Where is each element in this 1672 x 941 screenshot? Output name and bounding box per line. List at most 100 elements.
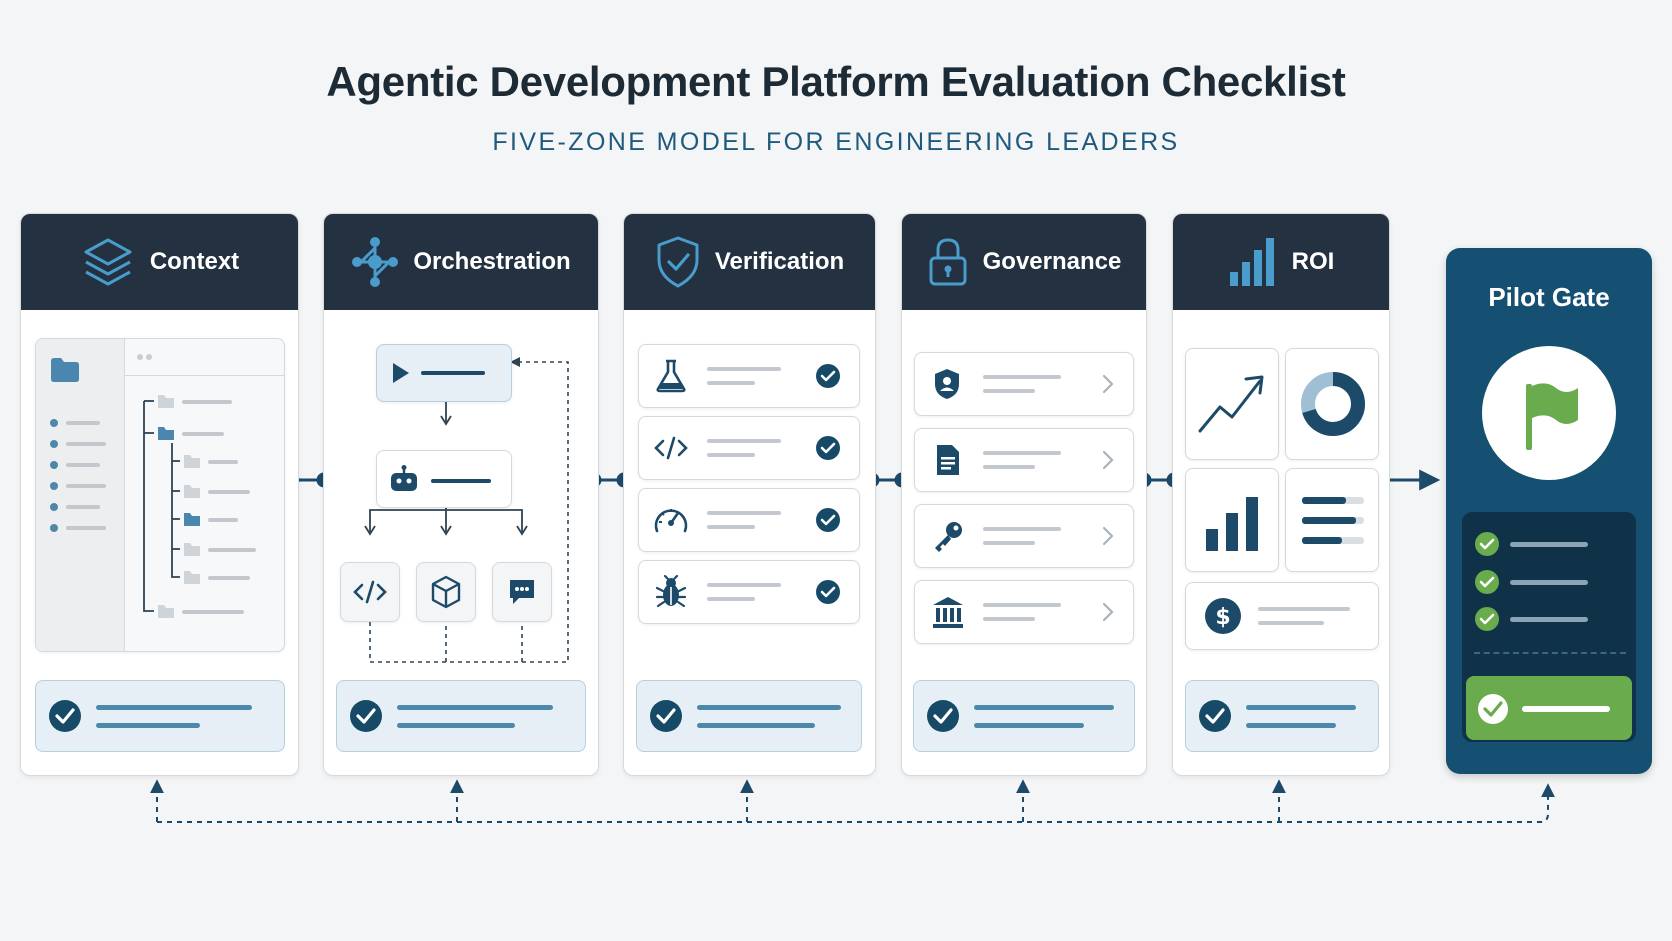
item-line [707, 597, 755, 601]
approve-pilot-button[interactable] [1466, 676, 1632, 740]
explorer-sidebar [36, 339, 125, 651]
check-circle-icon [816, 364, 840, 388]
list-bars-icon [1302, 497, 1364, 544]
bars-icon [1206, 497, 1258, 551]
check-circle-icon [49, 700, 81, 732]
zone-header: Governance [902, 214, 1146, 310]
item-line [707, 381, 755, 385]
check-circle-icon [927, 700, 959, 732]
progress-line [96, 705, 252, 710]
explorer-toolbar [124, 339, 284, 376]
workflow-agent-node [376, 450, 512, 508]
trend-chart-tile [1185, 348, 1279, 460]
item-line [707, 511, 781, 515]
compliance-row[interactable] [914, 580, 1134, 644]
robot-icon [391, 465, 491, 491]
divider [1474, 652, 1626, 654]
window-dots [137, 354, 152, 360]
item-line [1258, 607, 1350, 611]
key-icon [935, 522, 962, 552]
zone-header: Context [21, 214, 298, 310]
chevron-right-icon [1102, 526, 1114, 546]
bug-icon [655, 575, 687, 608]
cost-savings-row: $ [1185, 582, 1379, 650]
zone-title: Orchestration [413, 248, 571, 275]
code-check-row [638, 416, 860, 480]
policy-row[interactable] [914, 352, 1134, 416]
bar-chart-tile [1185, 468, 1279, 572]
progress-line [974, 723, 1084, 728]
padlock-icon [929, 238, 967, 286]
item-line [707, 525, 755, 529]
performance-check-row [638, 488, 860, 552]
item-line [983, 527, 1061, 531]
item-line [983, 465, 1035, 469]
zone-panel-verification: Verification [623, 213, 876, 776]
flask-icon [656, 359, 686, 393]
flag-badge [1482, 346, 1616, 480]
test-check-row [638, 344, 860, 408]
document-row[interactable] [914, 428, 1134, 492]
gate-checklist [1462, 512, 1636, 742]
gauge-icon [654, 509, 688, 533]
check-circle-icon [1199, 700, 1231, 732]
document-icon [937, 445, 959, 475]
zone-panel-orchestration: Orchestration [323, 213, 599, 776]
user-shield-icon [935, 369, 959, 399]
zone-header: Orchestration [324, 214, 598, 310]
page-subtitle: FIVE-ZONE MODEL FOR ENGINEERING LEADERS [492, 128, 1180, 156]
progress-line [697, 705, 841, 710]
item-line [707, 453, 755, 457]
item-line [707, 583, 781, 587]
play-icon [393, 363, 485, 383]
check-circle-icon [816, 508, 840, 532]
item-line [983, 389, 1035, 393]
zone-panel-roi: ROI $ [1172, 213, 1390, 776]
shield-check-icon [657, 236, 699, 288]
feedback-loop [150, 779, 1555, 823]
zone-panel-context: Context [20, 213, 299, 776]
item-line [1258, 621, 1324, 625]
check-circle-icon [1478, 694, 1610, 724]
folder-icon [51, 358, 79, 382]
pilot-gate-panel: Pilot Gate [1446, 248, 1652, 774]
pilot-gate-title: Pilot Gate [1488, 282, 1610, 312]
file-explorer [35, 338, 285, 652]
item-line [707, 367, 781, 371]
chevron-right-icon [1102, 374, 1114, 394]
check-circle-icon [816, 580, 840, 604]
zone-verified-row [1185, 680, 1379, 752]
access-key-row[interactable] [914, 504, 1134, 568]
chat-icon [510, 580, 534, 604]
diagram-canvas: Agentic Development Platform Evaluation … [0, 0, 1672, 941]
layers-icon [84, 238, 132, 286]
zone-title: ROI [1291, 248, 1335, 275]
bug-check-row [638, 560, 860, 624]
check-circle-icon [350, 700, 382, 732]
progress-line [697, 723, 815, 728]
check-circle-icon [650, 700, 682, 732]
check-circle-icon [816, 436, 840, 460]
zone-title: Verification [714, 248, 845, 275]
code-tool-node [340, 562, 400, 622]
item-line [983, 451, 1061, 455]
dollar-icon: $ [1205, 598, 1241, 634]
page-title: Agentic Development Platform Evaluation … [326, 58, 1346, 105]
svg-text:$: $ [1215, 605, 1230, 630]
zone-verified-row [336, 680, 586, 752]
zone-panel-governance: Governance [901, 213, 1147, 776]
progress-line [1246, 723, 1336, 728]
zone-verified-row [913, 680, 1135, 752]
progress-line [397, 705, 553, 710]
package-tool-node [416, 562, 476, 622]
institution-icon [933, 597, 963, 628]
flag-icon [1526, 383, 1578, 450]
item-line [983, 541, 1035, 545]
sidebar-list [50, 419, 106, 532]
item-line [983, 375, 1061, 379]
network-icon [352, 237, 399, 287]
workflow-start-node [376, 344, 512, 402]
zone-title: Governance [982, 248, 1122, 275]
item-line [707, 439, 781, 443]
progress-line [96, 723, 200, 728]
